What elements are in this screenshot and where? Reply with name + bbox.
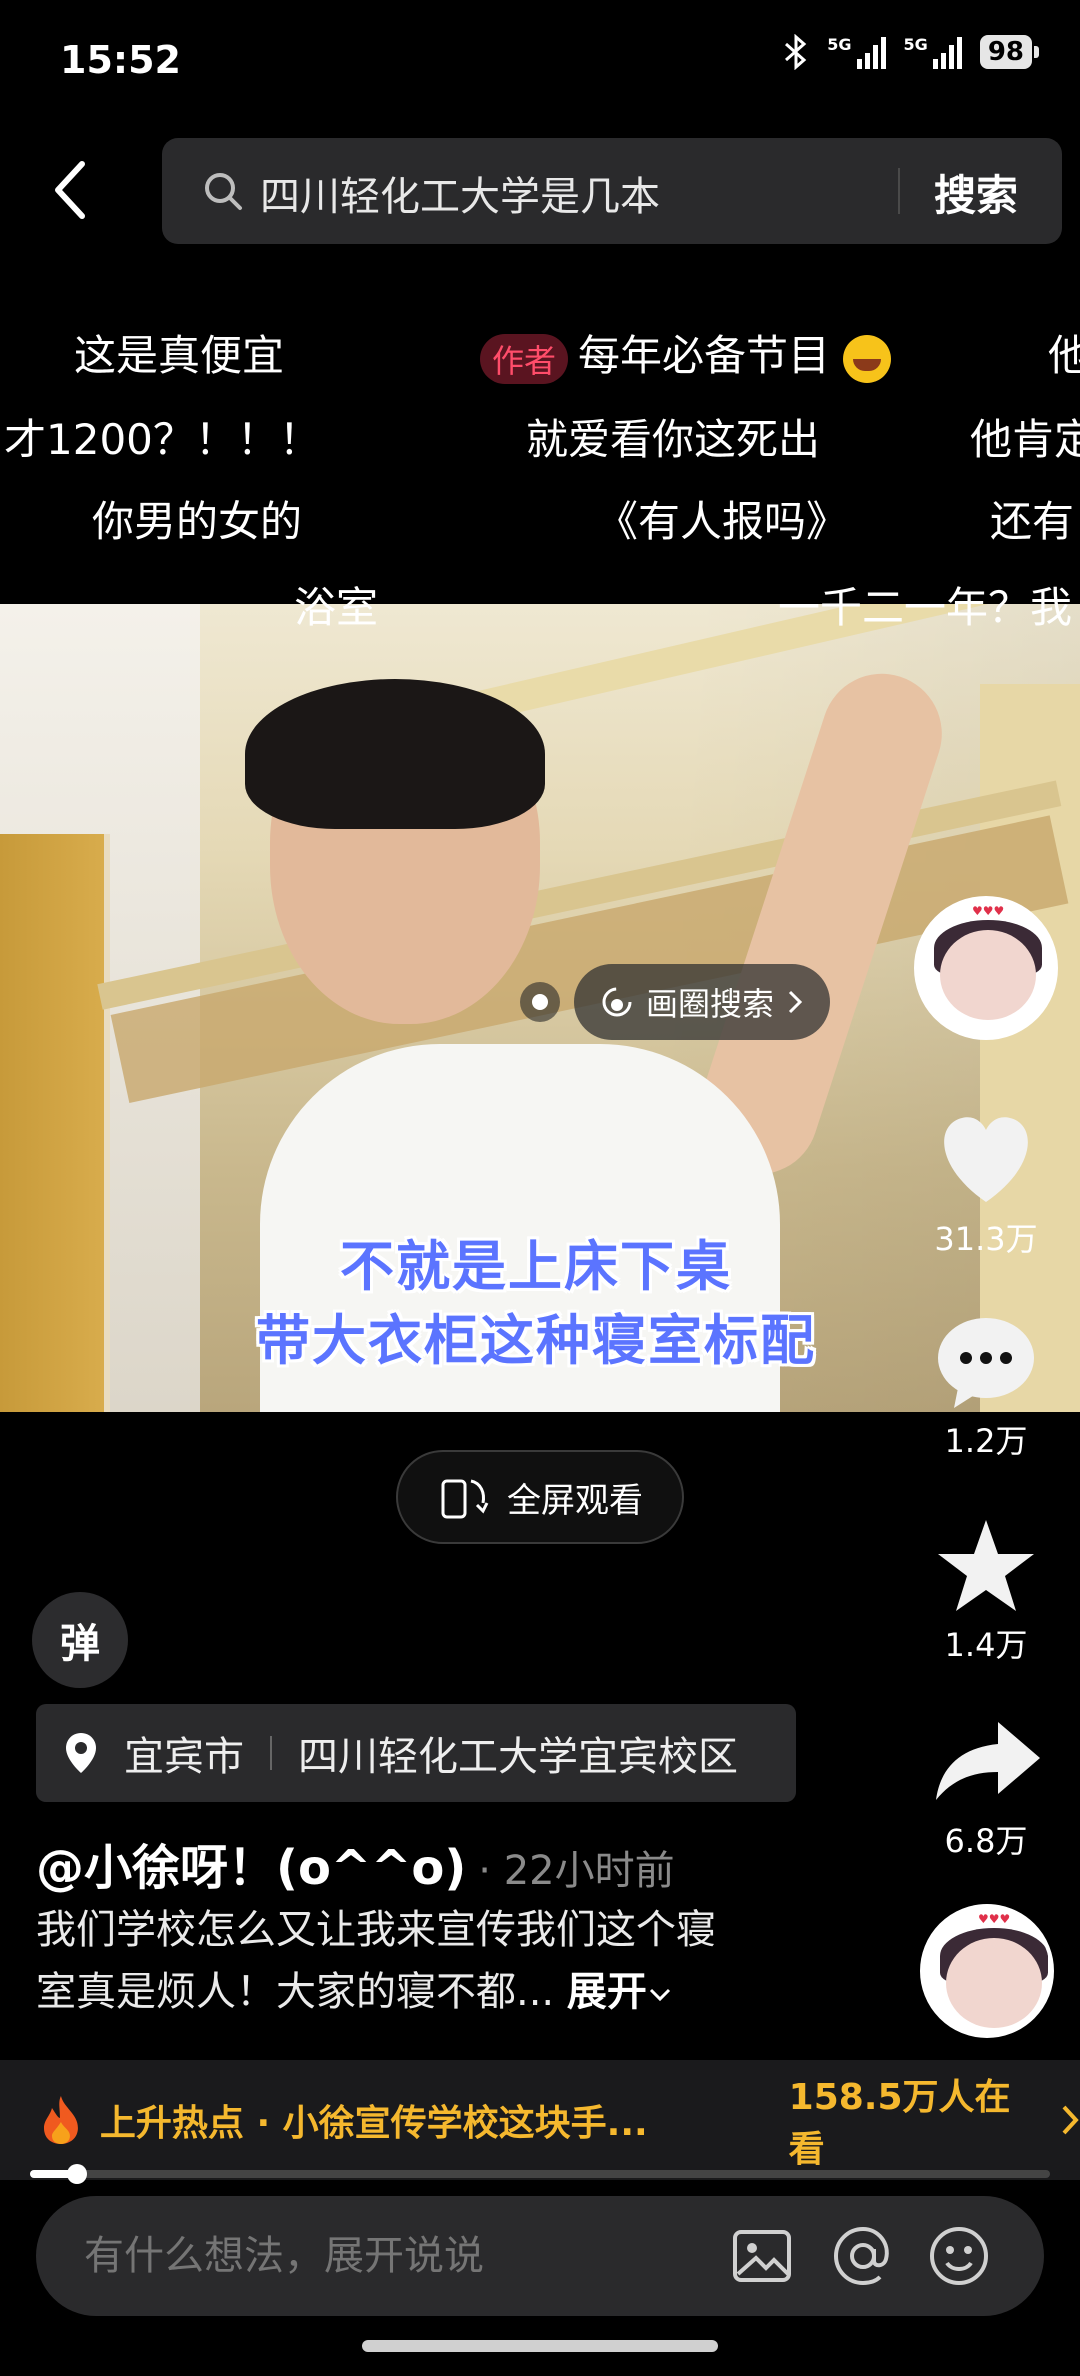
location-chip[interactable]: 宜宾市 四川轻化工大学宜宾校区 [36, 1704, 796, 1802]
hot-topic-title: 上升热点 · 小徐宣传学校这块手... [99, 2103, 648, 2144]
comment-bubble-icon [938, 1318, 1034, 1408]
danmaku-comment: 你男的女的 [92, 497, 303, 546]
danmaku-comment: 他 [1048, 331, 1080, 380]
comment-count: 1.2万 [944, 1422, 1028, 1460]
search-divider [898, 168, 900, 214]
fullscreen-label: 全屏观看 [507, 1480, 643, 1521]
like-count: 31.3万 [934, 1220, 1038, 1258]
search-icon [205, 173, 242, 210]
post-description-line2: 室真是烦人！大家的寝不都... 展开 [36, 1962, 673, 2022]
back-arrow-icon [55, 161, 85, 219]
signal-icon: 5G [827, 35, 886, 69]
video-subtitle-line2: 带大衣柜这种寝室标配 [256, 1309, 816, 1372]
danmaku-comment: 《有人报吗》 [596, 497, 849, 546]
chevron-right-icon [1062, 2105, 1079, 2135]
status-icons: 5G 5G 98 [783, 34, 1040, 70]
back-button[interactable] [50, 160, 110, 230]
star-icon [938, 1520, 1034, 1611]
hand-circle-icon [602, 987, 632, 1017]
danmaku-comment: 就爱看你这死出 [526, 415, 821, 464]
avatar-face [946, 1938, 1042, 2028]
danmaku-comment: 浴室 [294, 583, 379, 632]
search-box[interactable]: 四川轻化工大学是几本 搜索 [162, 138, 1062, 244]
circle-search-button[interactable]: 画圈搜索 [574, 964, 831, 1040]
chevron-right-icon [788, 990, 803, 1014]
video-progress-knob[interactable] [66, 2164, 87, 2184]
comment-button[interactable]: 1.2万 [914, 1312, 1058, 1462]
status-time: 15:52 [60, 38, 181, 82]
author-line: @小徐呀！(o^^o) · 22小时前 [36, 1828, 675, 1898]
circle-search-label: 画圈搜索 [646, 985, 775, 1023]
video-progress-bar[interactable] [30, 2170, 1050, 2178]
location-city: 宜宾市 [124, 1734, 244, 1780]
fire-icon [43, 2096, 78, 2144]
video-person-hair [245, 679, 545, 829]
comment-input[interactable] [84, 2233, 684, 2279]
danmaku-toggle-button[interactable]: 弹 [32, 1592, 128, 1688]
search-button[interactable]: 搜索 [934, 162, 1018, 223]
comment-bar[interactable] [36, 2196, 1044, 2316]
hot-topic-bar[interactable]: 上升热点 · 小徐宣传学校这块手... 158.5万人在看 [0, 2060, 1080, 2180]
post-description-text: 室真是烦人！大家的寝不都... [36, 1969, 555, 2015]
danmaku-author-comment: 作者 每年必备节目 [480, 322, 892, 384]
avatar-hearts-icon: ♥♥♥ [978, 1912, 1011, 1926]
network-type-2: 5G [903, 35, 928, 54]
laughing-emoji-icon [843, 334, 892, 383]
favorite-button[interactable]: 1.4万 [914, 1516, 1058, 1666]
author-tag: 作者 [480, 333, 569, 384]
share-count: 6.8万 [944, 1822, 1028, 1860]
danmaku-comment: 一千二一年？我 [778, 583, 1073, 632]
chevron-down-icon [649, 1988, 670, 2002]
battery-level: 98 [979, 35, 1040, 69]
signal-icon-2: 5G [904, 35, 962, 69]
like-button[interactable]: 31.3万 [914, 1110, 1058, 1260]
search-input[interactable]: 四川轻化工大学是几本 [260, 164, 660, 222]
bluetooth-icon [785, 34, 807, 70]
danmaku-comment: 才1200？！！！ [4, 415, 321, 464]
record-dot-icon [520, 982, 560, 1022]
fullscreen-button[interactable]: 全屏观看 [396, 1450, 684, 1544]
share-arrow-icon [936, 1722, 1040, 1800]
circle-search[interactable]: 画圈搜索 [520, 964, 831, 1040]
avatar-face [940, 930, 1036, 1020]
favorite-count: 1.4万 [944, 1626, 1028, 1664]
danmaku-comment: 还有 [990, 497, 1075, 546]
avatar-hearts-icon: ♥♥♥ [972, 904, 1005, 918]
hot-topic-viewers: 158.5万人在看 [788, 2077, 1011, 2170]
danmaku-comment: 他肯定 [970, 415, 1080, 464]
author-avatar[interactable]: ♥♥♥ [914, 896, 1058, 1040]
image-icon[interactable] [730, 2224, 794, 2288]
heart-icon [944, 1117, 1028, 1202]
at-mention-icon[interactable] [830, 2223, 896, 2289]
home-indicator[interactable] [362, 2340, 718, 2352]
danmaku-text: 每年必备节目 [578, 331, 831, 380]
expand-label: 展开 [566, 1969, 647, 2015]
post-description-line1: 我们学校怎么又让我来宣传我们这个寝 [36, 1907, 716, 1953]
expand-button[interactable]: 展开 [567, 1969, 673, 2015]
video-door [0, 834, 110, 1412]
video-subtitle-line1: 不就是上床下桌 [340, 1235, 732, 1298]
rotate-phone-icon [441, 1479, 489, 1519]
emoji-icon[interactable] [926, 2223, 992, 2289]
location-place: 四川轻化工大学宜宾校区 [298, 1734, 738, 1780]
share-button[interactable]: 6.8万 [914, 1712, 1058, 1862]
network-type-1: 5G [827, 35, 852, 54]
danmaku-comment: 这是真便宜 [74, 331, 285, 380]
location-separator [270, 1736, 272, 1770]
author-name[interactable]: @小徐呀！(o^^o) [36, 1840, 466, 1896]
music-avatar[interactable]: ♥♥♥ [920, 1904, 1054, 2038]
location-pin-icon [66, 1733, 96, 1773]
post-time: · 22小时前 [478, 1848, 675, 1894]
